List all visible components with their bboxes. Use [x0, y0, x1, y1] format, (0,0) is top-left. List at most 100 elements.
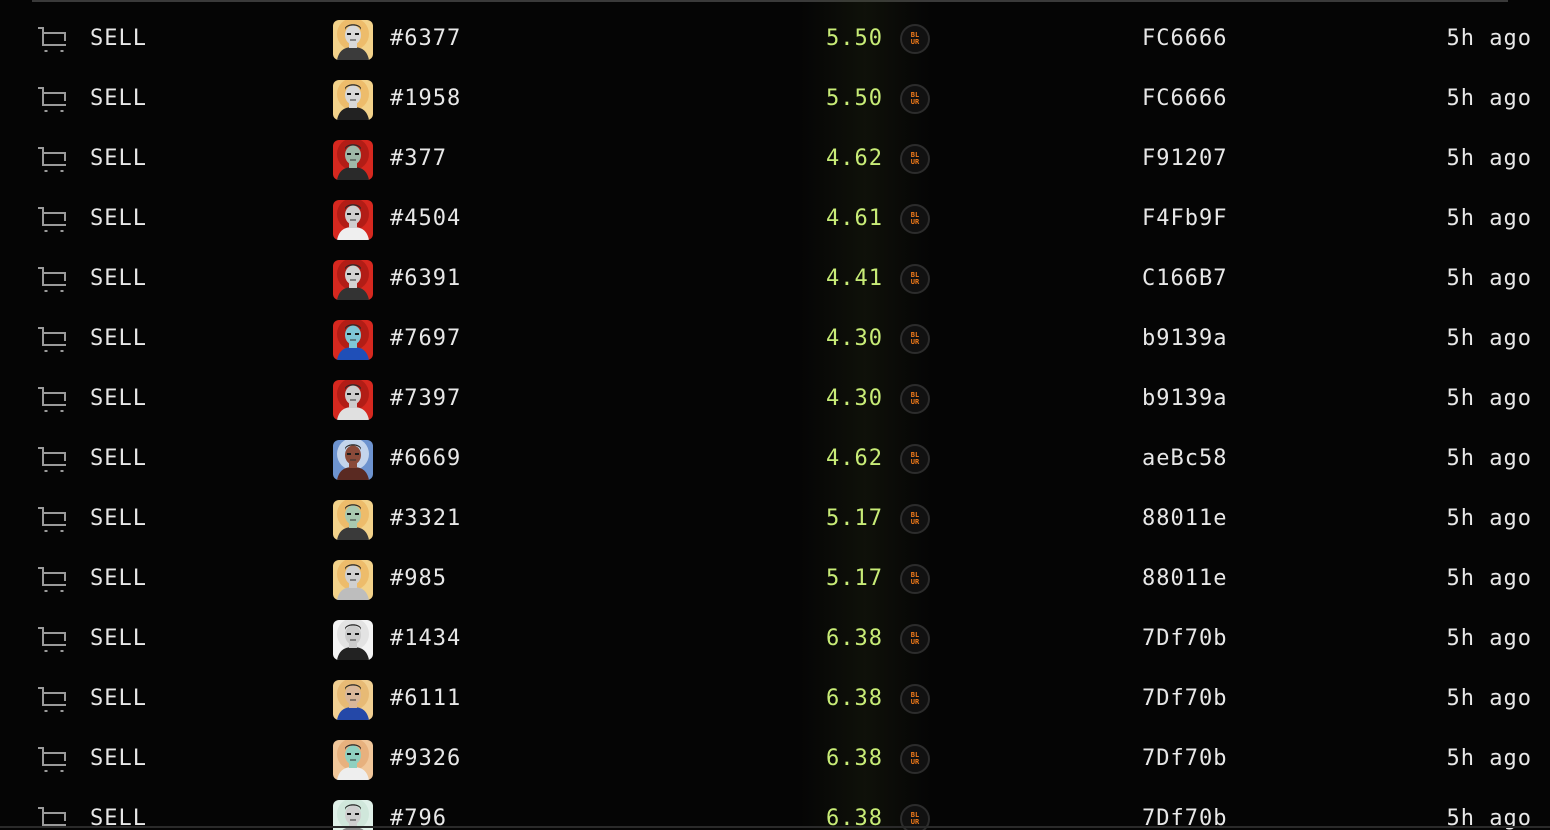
- token-id[interactable]: #7397: [390, 386, 461, 411]
- table-row[interactable]: SELL #7397 4.30 BL UR b9139a 5h ago: [0, 370, 1550, 430]
- nft-avatar[interactable]: [333, 680, 373, 720]
- cart-icon: [36, 265, 70, 297]
- table-row[interactable]: SELL #4504 4.61 BL UR F4Fb9F 5h ago: [0, 190, 1550, 250]
- token-id[interactable]: #377: [390, 146, 447, 171]
- token-id[interactable]: #6377: [390, 26, 461, 51]
- event-time: 5h ago: [1446, 746, 1532, 771]
- blur-logo-icon: BL UR: [900, 84, 930, 114]
- event-time: 5h ago: [1446, 566, 1532, 591]
- event-type: SELL: [90, 446, 147, 471]
- blur-logo-icon: BL UR: [900, 684, 930, 714]
- buyer-address[interactable]: 88011e: [1142, 506, 1227, 531]
- token-id[interactable]: #1958: [390, 86, 461, 111]
- buyer-address[interactable]: F4Fb9F: [1142, 206, 1227, 231]
- nft-avatar[interactable]: [333, 140, 373, 180]
- event-type: SELL: [90, 566, 147, 591]
- buyer-address[interactable]: 7Df70b: [1142, 746, 1227, 771]
- event-time: 5h ago: [1446, 446, 1532, 471]
- nft-avatar[interactable]: [333, 740, 373, 780]
- sale-price: 5.17: [826, 506, 883, 531]
- table-row[interactable]: SELL #6111 6.38 BL UR 7Df70b 5h ago: [0, 670, 1550, 730]
- table-row[interactable]: SELL #1434 6.38 BL UR 7Df70b 5h ago: [0, 610, 1550, 670]
- cart-icon: [36, 685, 70, 717]
- nft-avatar[interactable]: [333, 440, 373, 480]
- table-row[interactable]: SELL #9326 6.38 BL UR 7Df70b 5h ago: [0, 730, 1550, 790]
- event-time: 5h ago: [1446, 686, 1532, 711]
- cart-icon: [36, 745, 70, 777]
- token-id[interactable]: #6391: [390, 266, 461, 291]
- token-id[interactable]: #6669: [390, 446, 461, 471]
- token-id[interactable]: #9326: [390, 746, 461, 771]
- event-time: 5h ago: [1446, 206, 1532, 231]
- event-time: 5h ago: [1446, 626, 1532, 651]
- cart-icon: [36, 505, 70, 537]
- sale-price: 6.38: [826, 686, 883, 711]
- event-time: 5h ago: [1446, 266, 1532, 291]
- event-type: SELL: [90, 626, 147, 651]
- nft-avatar[interactable]: [333, 500, 373, 540]
- buyer-address[interactable]: F91207: [1142, 146, 1227, 171]
- table-bottom-divider: [0, 826, 1550, 828]
- table-row[interactable]: SELL #796 6.38 BL UR 7Df70b 5h ago: [0, 790, 1550, 830]
- token-id[interactable]: #985: [390, 566, 447, 591]
- sale-price: 5.17: [826, 566, 883, 591]
- nft-avatar[interactable]: [333, 260, 373, 300]
- sale-price: 5.50: [826, 86, 883, 111]
- buyer-address[interactable]: b9139a: [1142, 326, 1227, 351]
- table-top-divider: [32, 0, 1508, 2]
- cart-icon: [36, 325, 70, 357]
- event-time: 5h ago: [1446, 146, 1532, 171]
- nft-avatar[interactable]: [333, 200, 373, 240]
- blur-logo-icon: BL UR: [900, 264, 930, 294]
- blur-logo-icon: BL UR: [900, 504, 930, 534]
- table-row[interactable]: SELL #985 5.17 BL UR 88011e 5h ago: [0, 550, 1550, 610]
- token-id[interactable]: #4504: [390, 206, 461, 231]
- event-time: 5h ago: [1446, 86, 1532, 111]
- event-time: 5h ago: [1446, 386, 1532, 411]
- cart-icon: [36, 25, 70, 57]
- sale-price: 6.38: [826, 746, 883, 771]
- nft-avatar[interactable]: [333, 620, 373, 660]
- table-row[interactable]: SELL #6391 4.41 BL UR C166B7 5h ago: [0, 250, 1550, 310]
- nft-avatar[interactable]: [333, 80, 373, 120]
- cart-icon: [36, 565, 70, 597]
- table-row[interactable]: SELL #1958 5.50 BL UR FC6666 5h ago: [0, 70, 1550, 130]
- blur-logo-icon: BL UR: [900, 24, 930, 54]
- table-row[interactable]: SELL #6377 5.50 BL UR FC6666 5h ago: [0, 10, 1550, 70]
- token-id[interactable]: #6111: [390, 686, 461, 711]
- nft-avatar[interactable]: [333, 320, 373, 360]
- table-row[interactable]: SELL #6669 4.62 BL UR aeBc58 5h ago: [0, 430, 1550, 490]
- token-id[interactable]: #1434: [390, 626, 461, 651]
- buyer-address[interactable]: 7Df70b: [1142, 626, 1227, 651]
- cart-icon: [36, 205, 70, 237]
- event-type: SELL: [90, 206, 147, 231]
- buyer-address[interactable]: FC6666: [1142, 26, 1227, 51]
- event-type: SELL: [90, 686, 147, 711]
- blur-logo-icon: BL UR: [900, 324, 930, 354]
- event-type: SELL: [90, 326, 147, 351]
- sale-price: 4.62: [826, 146, 883, 171]
- nft-avatar[interactable]: [333, 560, 373, 600]
- event-type: SELL: [90, 146, 147, 171]
- buyer-address[interactable]: C166B7: [1142, 266, 1227, 291]
- event-time: 5h ago: [1446, 26, 1532, 51]
- buyer-address[interactable]: 88011e: [1142, 566, 1227, 591]
- table-row[interactable]: SELL #377 4.62 BL UR F91207 5h ago: [0, 130, 1550, 190]
- event-type: SELL: [90, 26, 147, 51]
- table-row[interactable]: SELL #7697 4.30 BL UR b9139a 5h ago: [0, 310, 1550, 370]
- buyer-address[interactable]: 7Df70b: [1142, 686, 1227, 711]
- event-type: SELL: [90, 86, 147, 111]
- nft-avatar[interactable]: [333, 20, 373, 60]
- buyer-address[interactable]: FC6666: [1142, 86, 1227, 111]
- event-time: 5h ago: [1446, 326, 1532, 351]
- nft-avatar[interactable]: [333, 380, 373, 420]
- buyer-address[interactable]: b9139a: [1142, 386, 1227, 411]
- event-type: SELL: [90, 506, 147, 531]
- event-time: 5h ago: [1446, 506, 1532, 531]
- token-id[interactable]: #7697: [390, 326, 461, 351]
- buyer-address[interactable]: aeBc58: [1142, 446, 1227, 471]
- table-row[interactable]: SELL #3321 5.17 BL UR 88011e 5h ago: [0, 490, 1550, 550]
- token-id[interactable]: #3321: [390, 506, 461, 531]
- blur-logo-icon: BL UR: [900, 384, 930, 414]
- event-type: SELL: [90, 386, 147, 411]
